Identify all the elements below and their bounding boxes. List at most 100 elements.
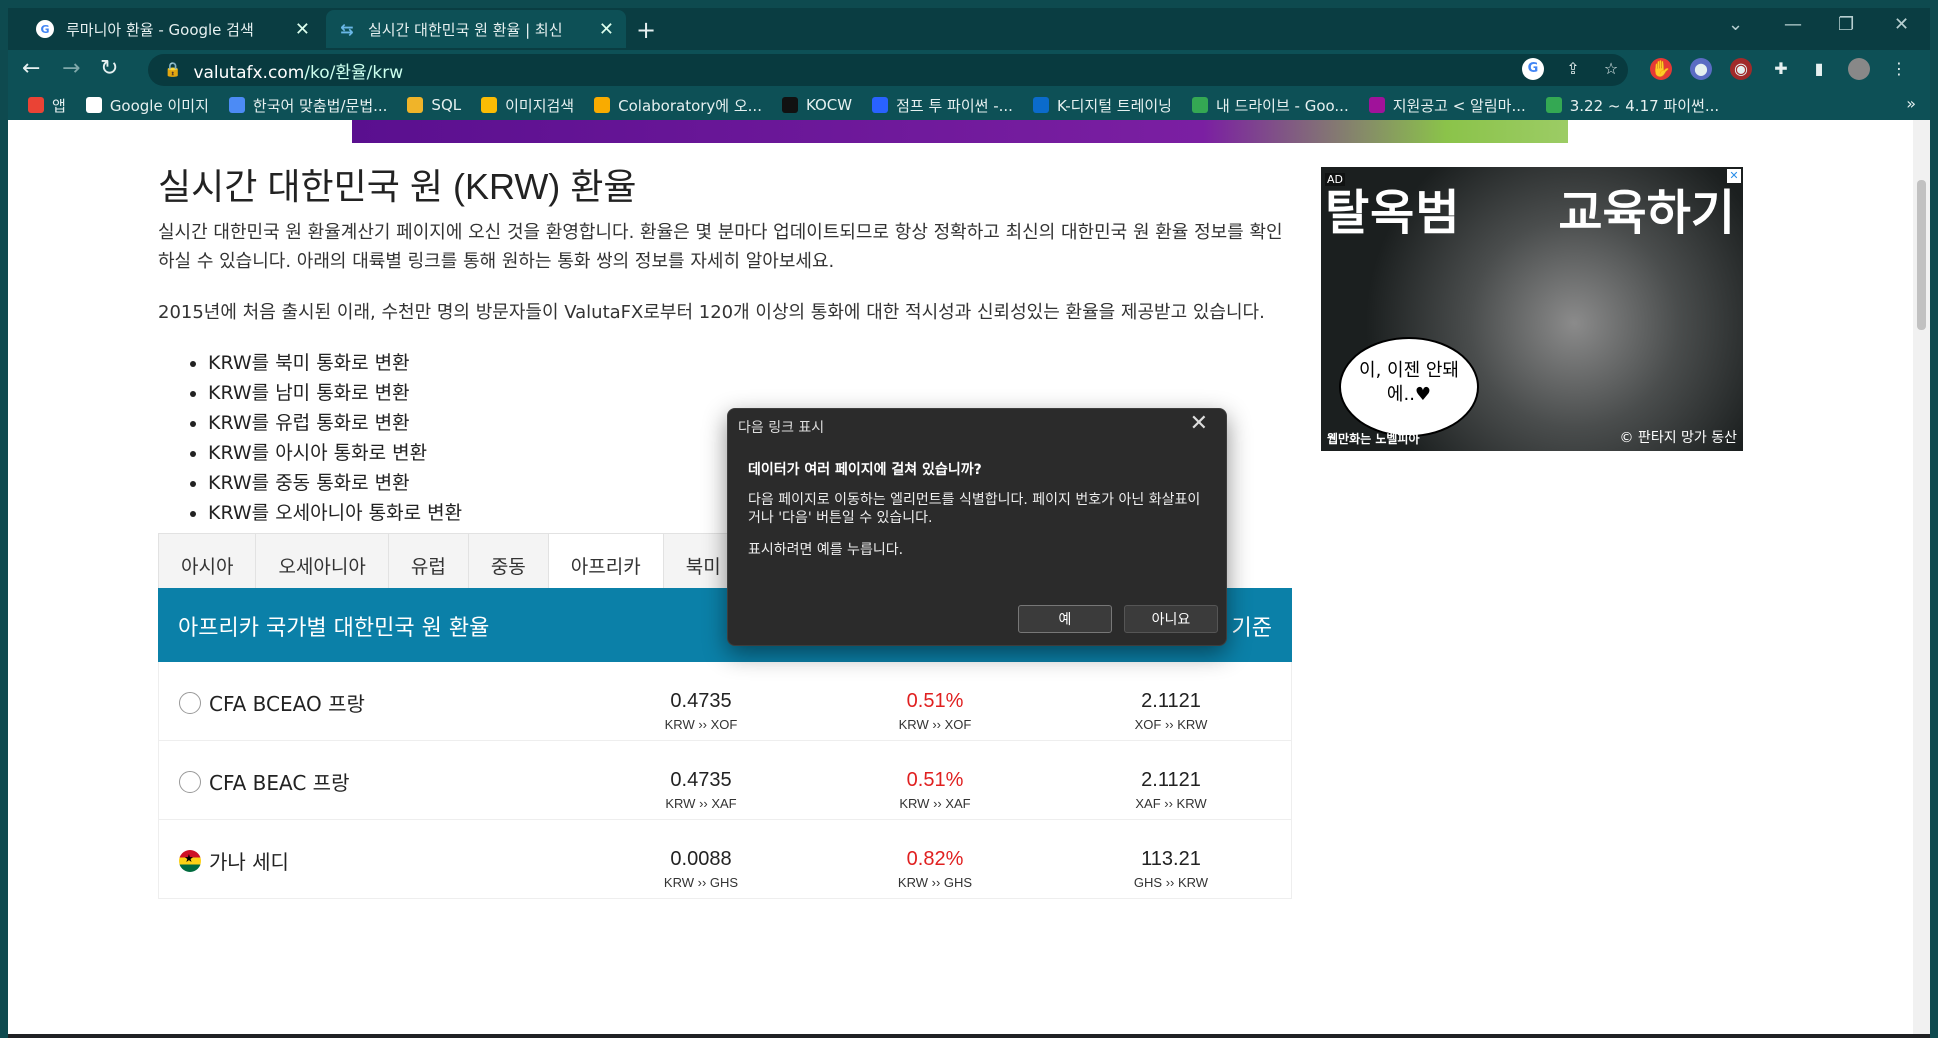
rate-cell[interactable]: 0.4735 KRW ›› XOF [601, 690, 801, 732]
forward-icon[interactable]: → [62, 56, 80, 81]
google-lens-icon[interactable]: G [1522, 58, 1544, 80]
tab-valutafx[interactable]: ⇆ 실시간 대한민국 원 환율 | 최신 ✕ [326, 10, 626, 48]
bookmark-item[interactable]: 점프 투 파이썬 -... [872, 95, 1013, 116]
scrollbar-thumb[interactable] [1917, 180, 1926, 330]
table-row[interactable]: CFA BEAC 프랑 0.4735 KRW ›› XAF 0.51% KRW ›› X… [158, 741, 1292, 820]
inverse-cell[interactable]: 113.21 GHS ›› KRW [1071, 848, 1271, 890]
reload-icon[interactable]: ↻ [100, 56, 118, 81]
restore-icon[interactable]: ❐ [1838, 14, 1854, 35]
bookmark-item[interactable]: KOCW [781, 96, 853, 114]
drive-icon [1545, 97, 1562, 113]
new-tab-icon[interactable]: + [636, 16, 656, 44]
bookmark-item[interactable]: 지원공고 < 알림마... [1368, 95, 1526, 116]
bookmark-label: SQL [431, 96, 462, 114]
pair-label: XAF ›› KRW [1135, 796, 1207, 811]
inverse-cell[interactable]: 2.1121 XOF ›› KRW [1071, 690, 1271, 732]
ad-close-icon[interactable]: ✕ [1727, 169, 1741, 183]
side-panel-icon[interactable]: ▮ [1808, 58, 1830, 80]
close-icon[interactable]: ✕ [599, 19, 614, 40]
browser-window: G 루마니아 환율 - Google 검색 ✕ ⇆ 실시간 대한민국 원 환율 … [8, 8, 1930, 1038]
bookmark-label: 앱 [52, 96, 66, 115]
rate-cell[interactable]: 0.0088 KRW ›› GHS [601, 848, 801, 890]
side-ad[interactable]: 탈옥범 교육하기 AD ✕ 이, 이젠 안돼에..♥ 웹만화는 노벨피아 © 판… [1321, 167, 1743, 451]
intro-text: 실시간 대한민국 원 환율계산기 페이지에 오신 것을 환영합니다. 환율은 몇… [158, 222, 1283, 272]
minimize-icon[interactable]: — [1784, 14, 1802, 35]
bookmark-item[interactable]: 앱 [28, 95, 66, 116]
dialog-prompt: 표시하려면 예를 누릅니다. [748, 542, 904, 558]
pair-label: KRW ›› XOF [898, 717, 972, 732]
top-banner-ad[interactable] [352, 120, 1568, 143]
extension-icon[interactable]: ◉ [1730, 58, 1752, 80]
currency-name[interactable]: CFA BCEAO 프랑 [179, 688, 365, 717]
bookmark-label: 이미지검색 [505, 96, 575, 115]
region-link[interactable]: KRW를 오세아니아 통화로 변환 [208, 498, 462, 528]
kocw-icon [781, 97, 798, 113]
flag-icon [179, 770, 201, 793]
drive-icon [1191, 97, 1208, 113]
change-cell[interactable]: 0.51% KRW ›› XOF [835, 690, 1035, 732]
share-icon[interactable]: ⇪ [1562, 58, 1584, 80]
currency-label: 가나 세디 [209, 850, 289, 874]
avatar[interactable] [1848, 58, 1870, 80]
region-link[interactable]: KRW를 북미 통화로 변환 [208, 348, 462, 378]
chevron-down-icon[interactable]: ⌄ [1728, 14, 1743, 35]
currency-name[interactable]: 가나 세디 [179, 846, 289, 875]
rate-value: 0.0088 [670, 848, 732, 870]
bookmark-item[interactable]: Colaboratory에 오... [594, 95, 762, 116]
bookmark-item[interactable]: 한국어 맞춤법/문법... [228, 95, 388, 116]
pair-label: KRW ›› GHS [897, 875, 973, 890]
region-link[interactable]: KRW를 아시아 통화로 변환 [208, 438, 462, 468]
bookmark-label: KOCW [805, 96, 853, 114]
bookmark-label: 한국어 맞춤법/문법... [252, 96, 388, 115]
change-cell[interactable]: 0.51% KRW ›› XAF [835, 769, 1035, 811]
no-button[interactable]: 아니요 [1124, 605, 1218, 633]
more-bookmarks-icon[interactable]: » [1906, 94, 1916, 113]
inverse-value: 113.21 [1141, 848, 1201, 870]
ad-headline: 탈옥범 [1325, 185, 1461, 241]
show-next-link-dialog: 다음 링크 표시 ✕ 데이터가 여러 페이지에 걸쳐 있습니까? 다음 페이지로… [727, 408, 1227, 646]
table-heading: 아프리카 국가별 대한민국 원 환율 [178, 616, 490, 641]
bookmark-item[interactable]: 3.22 ~ 4.17 파이썬... [1545, 95, 1720, 116]
taskbar [8, 1034, 1930, 1038]
close-icon[interactable]: ✕ [1190, 411, 1208, 436]
tab-google-search[interactable]: G 루마니아 환율 - Google 검색 ✕ [24, 10, 322, 48]
bookmark-item[interactable]: 내 드라이브 - Goo... [1191, 95, 1349, 116]
inverse-cell[interactable]: 2.1121 XAF ›› KRW [1071, 769, 1271, 811]
close-window-icon[interactable]: ✕ [1894, 14, 1909, 35]
region-link[interactable]: KRW를 남미 통화로 변환 [208, 378, 462, 408]
extension-icon[interactable]: ✋ [1650, 58, 1672, 80]
extension-icon[interactable]: ● [1690, 58, 1712, 80]
wikidocs-icon [872, 97, 889, 113]
menu-icon[interactable]: ⋮ [1888, 58, 1910, 80]
back-icon[interactable]: ← [22, 56, 40, 81]
scrollbar[interactable] [1913, 120, 1930, 1034]
inverse-value: 2.1121 [1141, 690, 1201, 712]
region-link[interactable]: KRW를 중동 통화로 변환 [208, 468, 462, 498]
pair-label: GHS ›› KRW [1133, 875, 1209, 890]
bookmark-item[interactable]: K-디지털 트레이닝 [1032, 95, 1172, 116]
yes-button[interactable]: 예 [1018, 605, 1112, 633]
bookmarks-bar: 앱 Google 이미지 한국어 맞춤법/문법... SQL 이미지검색 Colabora… [8, 90, 1930, 120]
google-icon [85, 97, 102, 113]
region-link[interactable]: KRW를 유럽 통화로 변환 [208, 408, 462, 438]
tab-strip: G 루마니아 환율 - Google 검색 ✕ ⇆ 실시간 대한민국 원 환율 … [8, 8, 1930, 50]
currency-name[interactable]: CFA BEAC 프랑 [179, 767, 349, 796]
bookmark-label: 점프 투 파이썬 -... [896, 96, 1013, 115]
bookmark-item[interactable]: Google 이미지 [85, 95, 209, 116]
table-row[interactable]: CFA BCEAO 프랑 0.4735 KRW ›› XOF 0.51% KRW ›› … [158, 662, 1292, 741]
change-cell[interactable]: 0.82% KRW ›› GHS [835, 848, 1035, 890]
rate-cell[interactable]: 0.4735 KRW ›› XAF [601, 769, 801, 811]
speech-bubble: 이, 이젠 안돼에..♥ [1339, 337, 1479, 437]
exchange-icon: ⇆ [340, 19, 354, 39]
bookmark-item[interactable]: SQL [407, 96, 461, 114]
puzzle-icon[interactable]: ✚ [1770, 58, 1792, 80]
address-bar[interactable]: 🔒 valutafx.com/ko/환율/krw [148, 54, 1628, 86]
bookmark-label: 3.22 ~ 4.17 파이썬... [1569, 96, 1720, 115]
table-row[interactable]: 가나 세디 0.0088 KRW ›› GHS 0.82% KRW ›› GHS 113.… [158, 820, 1292, 899]
bookmark-label: K-디지털 트레이닝 [1056, 96, 1172, 115]
bookmark-item[interactable]: 이미지검색 [481, 95, 574, 116]
k-digital-icon [1032, 97, 1049, 113]
close-icon[interactable]: ✕ [295, 19, 310, 40]
star-icon[interactable]: ☆ [1600, 58, 1622, 80]
lock-icon: 🔒 [164, 62, 182, 78]
